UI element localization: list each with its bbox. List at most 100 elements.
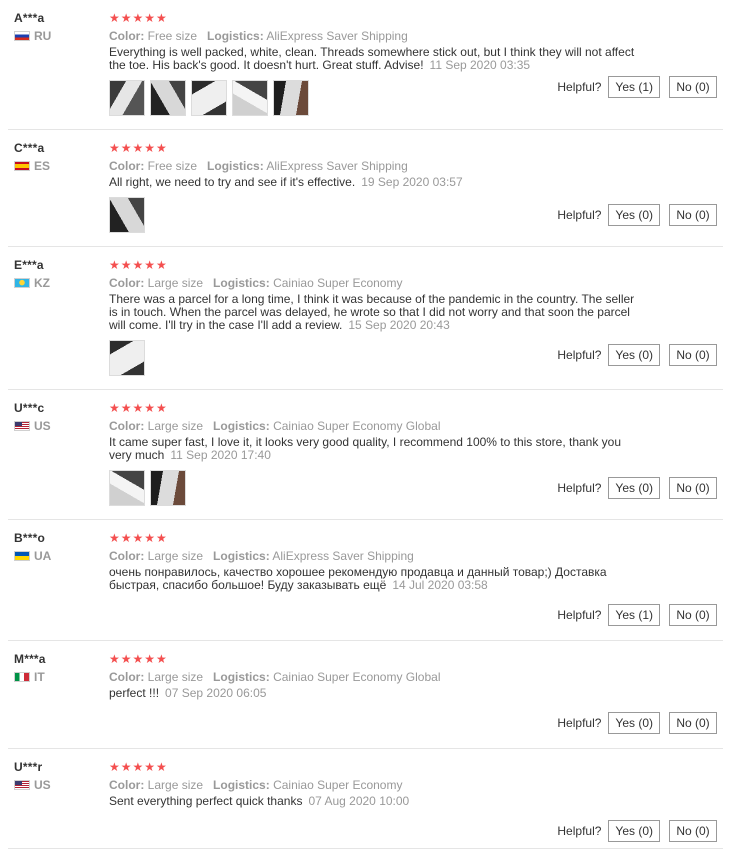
review-content: ★★★★★ Color: Large size Logistics: AliExpr… <box>109 531 723 592</box>
helpful-label: Helpful? <box>557 824 602 838</box>
helpful-yes-button[interactable]: Yes (0) <box>608 820 660 842</box>
country-code: US <box>34 778 51 792</box>
logistics-label: Logistics: <box>213 549 270 563</box>
reviewer-info: B***o UA <box>14 531 104 562</box>
helpful-no-button[interactable]: No (0) <box>669 204 717 226</box>
color-value: Large size <box>147 670 204 684</box>
color-value: Large size <box>147 778 204 792</box>
reviewer-info: A***a RU <box>14 11 104 42</box>
reviewer-name: C***a <box>14 141 45 155</box>
review-date: 14 Jul 2020 03:58 <box>392 578 488 592</box>
reviewer-name: U***r <box>14 760 43 774</box>
color-label: Color: <box>109 276 145 290</box>
reviewer-name: E***a <box>14 258 44 272</box>
review-item: U***r US ★★★★★ Color: Large size Logistics: … <box>8 749 723 849</box>
review-date: 11 Sep 2020 03:35 <box>429 58 531 72</box>
star-rating: ★★★★★ <box>109 258 168 272</box>
country-flag-icon <box>14 672 30 682</box>
color-label: Color: <box>109 549 145 563</box>
star-rating: ★★★★★ <box>109 141 168 155</box>
logistics-label: Logistics: <box>213 419 270 433</box>
review-date: 19 Sep 2020 03:57 <box>361 175 463 189</box>
review-photo-thumbnail[interactable] <box>150 80 186 116</box>
country-code: KZ <box>34 276 50 290</box>
helpful-yes-button[interactable]: Yes (1) <box>608 604 660 626</box>
review-item: E***a KZ ★★★★★ Color: Large size Logistics: … <box>8 247 723 390</box>
logistics-value: Cainiao Super Economy <box>273 778 403 792</box>
country-flag-icon <box>14 278 30 288</box>
helpful-vote: Helpful? Yes (0) No (0) <box>557 477 717 499</box>
helpful-no-button[interactable]: No (0) <box>669 477 717 499</box>
country-flag-icon <box>14 161 30 171</box>
review-photo-thumbnail[interactable] <box>109 80 145 116</box>
reviewer-info: U***r US <box>14 760 104 791</box>
review-photo-thumbnail[interactable] <box>109 340 145 376</box>
review-photo-thumbnail[interactable] <box>191 80 227 116</box>
color-value: Large size <box>147 419 204 433</box>
reviewer-info: C***a ES <box>14 141 104 172</box>
review-text-block: Sent everything perfect quick thanks 07 A… <box>109 795 639 808</box>
star-rating: ★★★★★ <box>109 401 168 415</box>
reviewer-info: M***a IT <box>14 652 104 683</box>
helpful-no-button[interactable]: No (0) <box>669 344 717 366</box>
helpful-no-button[interactable]: No (0) <box>669 820 717 842</box>
color-label: Color: <box>109 778 145 792</box>
reviewer-name: B***o <box>14 531 46 545</box>
reviewer-country: UA <box>14 550 104 562</box>
color-label: Color: <box>109 670 145 684</box>
logistics-label: Logistics: <box>213 276 270 290</box>
country-code: UA <box>34 549 52 563</box>
reviewer-country: IT <box>14 671 104 683</box>
review-photo-thumbnail[interactable] <box>273 80 309 116</box>
logistics-value: Cainiao Super Economy Global <box>273 670 441 684</box>
helpful-label: Helpful? <box>557 608 602 622</box>
helpful-no-button[interactable]: No (0) <box>669 76 717 98</box>
review-photo-thumbnail[interactable] <box>109 470 145 506</box>
review-text: All right, we need to try and see if it'… <box>109 175 356 189</box>
review-meta: Color: Large size Logistics: Cainiao Supe… <box>109 275 715 291</box>
reviewer-country: RU <box>14 30 104 42</box>
review-meta: Color: Large size Logistics: Cainiao Supe… <box>109 669 715 685</box>
country-code: ES <box>34 159 51 173</box>
review-text: perfect !!! <box>109 686 160 700</box>
reviewer-country: US <box>14 420 104 432</box>
review-photo-thumbnail[interactable] <box>150 470 186 506</box>
country-flag-icon <box>14 780 30 790</box>
review-date: 15 Sep 2020 20:43 <box>348 318 450 332</box>
helpful-yes-button[interactable]: Yes (0) <box>608 204 660 226</box>
country-flag-icon <box>14 421 30 431</box>
helpful-yes-button[interactable]: Yes (0) <box>608 344 660 366</box>
review-photo-thumbnail[interactable] <box>232 80 268 116</box>
helpful-label: Helpful? <box>557 80 602 94</box>
logistics-value: AliExpress Saver Shipping <box>266 29 408 43</box>
country-flag-icon <box>14 551 30 561</box>
logistics-label: Logistics: <box>213 670 270 684</box>
review-text-block: All right, we need to try and see if it'… <box>109 176 639 189</box>
review-meta: Color: Free size Logistics: AliExpress Sa… <box>109 158 715 174</box>
helpful-vote: Helpful? Yes (0) No (0) <box>557 820 717 842</box>
review-meta: Color: Large size Logistics: Cainiao Supe… <box>109 777 715 793</box>
review-text: Sent everything perfect quick thanks <box>109 794 303 808</box>
color-value: Free size <box>147 29 198 43</box>
country-flag-icon <box>14 31 30 41</box>
review-item: A***a RU ★★★★★ Color: Free size Logistics: A… <box>8 0 723 130</box>
helpful-vote: Helpful? Yes (0) No (0) <box>557 204 717 226</box>
helpful-vote: Helpful? Yes (0) No (0) <box>557 344 717 366</box>
review-photo-thumbnail[interactable] <box>109 197 145 233</box>
star-rating: ★★★★★ <box>109 760 168 774</box>
helpful-no-button[interactable]: No (0) <box>669 712 717 734</box>
logistics-value: Cainiao Super Economy <box>273 276 403 290</box>
reviewer-country: ES <box>14 160 104 172</box>
helpful-yes-button[interactable]: Yes (0) <box>608 477 660 499</box>
color-label: Color: <box>109 419 145 433</box>
review-meta: Color: Free size Logistics: AliExpress Sa… <box>109 28 715 44</box>
review-item: U***c US ★★★★★ Color: Large size Logistics: … <box>8 390 723 520</box>
helpful-no-button[interactable]: No (0) <box>669 604 717 626</box>
helpful-yes-button[interactable]: Yes (1) <box>608 76 660 98</box>
helpful-label: Helpful? <box>557 208 602 222</box>
helpful-label: Helpful? <box>557 348 602 362</box>
helpful-yes-button[interactable]: Yes (0) <box>608 712 660 734</box>
logistics-label: Logistics: <box>207 29 264 43</box>
review-item: C***a ES ★★★★★ Color: Free size Logistics: A… <box>8 130 723 247</box>
logistics-label: Logistics: <box>213 778 270 792</box>
